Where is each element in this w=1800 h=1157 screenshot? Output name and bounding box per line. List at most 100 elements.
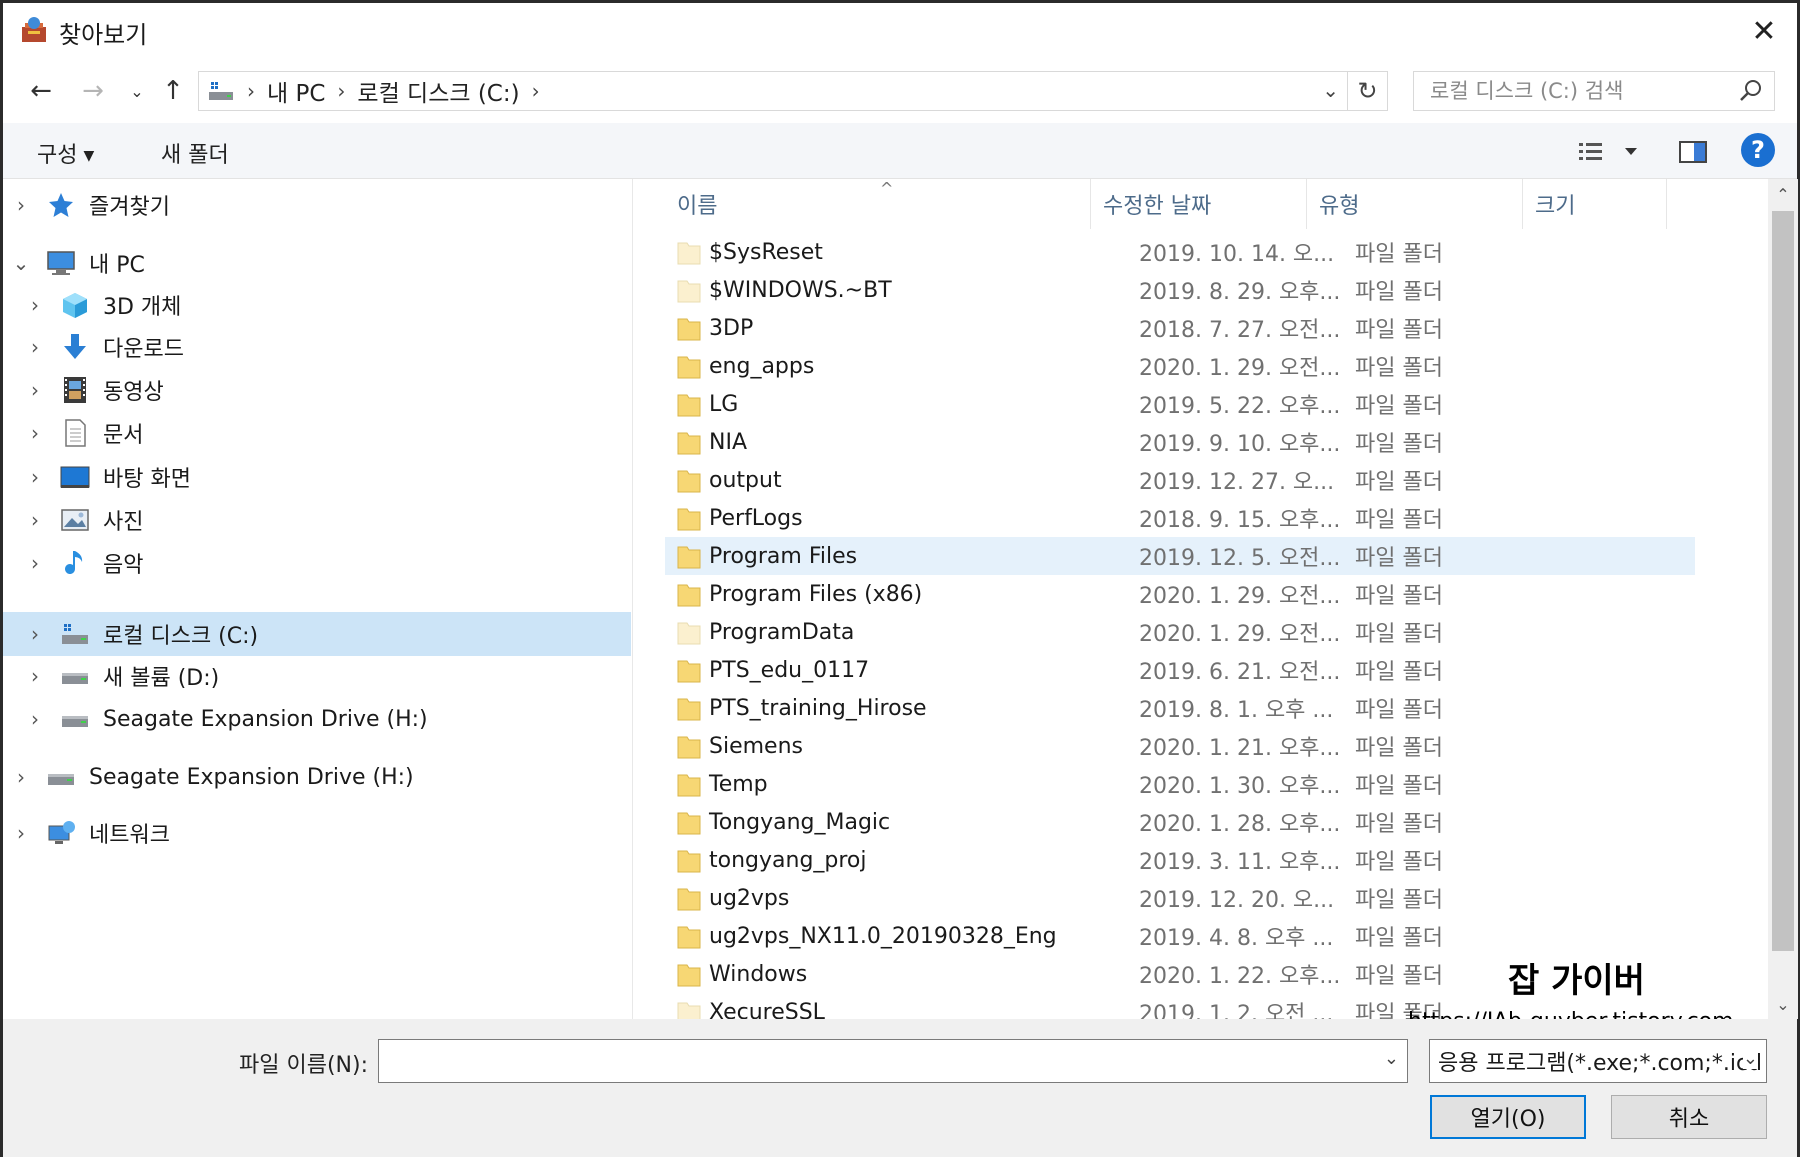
document-icon	[65, 419, 86, 447]
file-type-filter[interactable]: 응용 프로그램(*.exe;*.com;*.icd ⌄	[1429, 1039, 1767, 1083]
expand-chevron-icon[interactable]: ›	[25, 465, 45, 489]
chevron-down-icon[interactable]: ⌄	[1384, 1048, 1399, 1069]
nav-item-network[interactable]: › 네트워크	[11, 813, 631, 853]
folder-icon	[677, 964, 701, 987]
file-row[interactable]: $SysReset 2019. 10. 14. 오... 파일 폴더	[665, 233, 1695, 271]
file-row[interactable]: ug2vps_NX11.0_20190328_Eng 2019. 4. 8. 오후…	[665, 917, 1695, 955]
expand-chevron-icon[interactable]: ›	[25, 551, 45, 575]
file-row[interactable]: $WINDOWS.~BT 2019. 8. 29. 오후... 파일 폴더	[665, 271, 1695, 309]
nav-item-desktop[interactable]: › 바탕 화면	[25, 457, 631, 497]
file-row[interactable]: PerfLogs 2018. 9. 15. 오후... 파일 폴더	[665, 499, 1695, 537]
organize-button[interactable]: 구성 ▼	[37, 137, 94, 169]
file-row[interactable]: output 2019. 12. 27. 오... 파일 폴더	[665, 461, 1695, 499]
file-name: XecureSSL	[709, 999, 825, 1020]
column-header-date[interactable]: 수정한 날짜	[1091, 179, 1307, 229]
scrollbar-thumb[interactable]	[1772, 211, 1794, 951]
breadcrumb-separator-icon[interactable]: ›	[337, 79, 345, 103]
collapse-chevron-icon[interactable]: ⌄	[11, 251, 31, 275]
file-modified-date: 2018. 9. 15. 오후...	[1139, 508, 1341, 533]
up-button[interactable]: ↑	[155, 73, 191, 109]
file-row[interactable]: PTS_edu_0117 2019. 6. 21. 오전... 파일 폴더	[665, 651, 1695, 689]
file-row[interactable]: NIA 2019. 9. 10. 오후... 파일 폴더	[665, 423, 1695, 461]
vertical-scrollbar[interactable]: ⌃ ⌄	[1768, 179, 1798, 1019]
file-row[interactable]: Siemens 2020. 1. 21. 오후... 파일 폴더	[665, 727, 1695, 765]
nav-item-local-disk-c[interactable]: › 로컬 디스크 (C:)	[3, 612, 631, 656]
nav-item-label: 동영상	[103, 380, 164, 405]
filename-combobox[interactable]: ⌄	[378, 1039, 1408, 1083]
forward-button[interactable]: →	[75, 73, 111, 109]
file-row[interactable]: Program Files 2019. 12. 5. 오전... 파일 폴더	[665, 537, 1695, 575]
file-row[interactable]: eng_apps 2020. 1. 29. 오전... 파일 폴더	[665, 347, 1695, 385]
file-type: 파일 폴더	[1355, 584, 1443, 609]
nav-item-seagate-h-root[interactable]: › Seagate Expansion Drive (H:)	[11, 757, 631, 797]
expand-chevron-icon[interactable]: ›	[25, 335, 45, 359]
preview-pane-button[interactable]	[1678, 137, 1708, 167]
search-box[interactable]	[1413, 71, 1775, 111]
file-modified-date: 2019. 3. 11. 오후...	[1139, 850, 1341, 875]
nav-item-music[interactable]: › 음악	[25, 543, 631, 583]
folder-icon	[677, 508, 701, 531]
help-button[interactable]: ?	[1741, 133, 1775, 167]
column-header-size[interactable]: 크기	[1523, 179, 1667, 229]
breadcrumb-local-disk[interactable]: 로컬 디스크 (C:)	[357, 74, 519, 108]
expand-chevron-icon[interactable]: ›	[11, 193, 31, 217]
nav-item-videos[interactable]: › 동영상	[25, 370, 631, 410]
expand-chevron-icon[interactable]: ›	[25, 421, 45, 445]
expand-chevron-icon[interactable]: ›	[25, 378, 45, 402]
file-type: 파일 폴더	[1355, 736, 1443, 761]
view-options-button[interactable]	[1575, 137, 1645, 167]
breadcrumb-separator-icon[interactable]: ›	[532, 79, 540, 103]
search-icon[interactable]	[1738, 78, 1764, 104]
nav-item-favorites[interactable]: › 즐겨찾기	[11, 185, 631, 225]
folder-icon	[677, 736, 701, 759]
window-title: 찾아보기	[59, 21, 148, 49]
recent-locations-button[interactable]: ⌄	[119, 73, 155, 109]
address-bar[interactable]: › 내 PC › 로컬 디스크 (C:) › ⌄ ↻	[198, 71, 1388, 111]
expand-chevron-icon[interactable]: ›	[25, 707, 45, 731]
file-row[interactable]: ug2vps 2019. 12. 20. 오... 파일 폴더	[665, 879, 1695, 917]
file-row[interactable]: LG 2019. 5. 22. 오후... 파일 폴더	[665, 385, 1695, 423]
nav-item-new-volume-d[interactable]: › 새 볼륨 (D:)	[25, 656, 631, 696]
file-type: 파일 폴더	[1355, 318, 1443, 343]
file-type: 파일 폴더	[1355, 926, 1443, 951]
new-folder-button[interactable]: 새 폴더	[161, 137, 229, 169]
close-button[interactable]: ✕	[1739, 9, 1789, 53]
back-button[interactable]: ←	[23, 73, 59, 109]
breadcrumb-this-pc[interactable]: 내 PC	[267, 74, 325, 108]
folder-icon	[677, 698, 701, 721]
nav-item-downloads[interactable]: › 다운로드	[25, 327, 631, 367]
cancel-button[interactable]: 취소	[1611, 1095, 1767, 1139]
file-row[interactable]: Program Files (x86) 2020. 1. 29. 오전... 파일 …	[665, 575, 1695, 613]
file-name: tongyang_proj	[709, 847, 867, 873]
expand-chevron-icon[interactable]: ›	[25, 293, 45, 317]
filename-input[interactable]	[379, 1040, 1359, 1080]
file-row[interactable]: tongyang_proj 2019. 3. 11. 오후... 파일 폴더	[665, 841, 1695, 879]
open-button[interactable]: 열기(O)	[1430, 1095, 1586, 1139]
search-input[interactable]	[1414, 79, 1714, 103]
file-row[interactable]: Tongyang_Magic 2020. 1. 28. 오후... 파일 폴더	[665, 803, 1695, 841]
folder-icon	[677, 356, 701, 379]
expand-chevron-icon[interactable]: ›	[25, 664, 45, 688]
nav-item-this-pc[interactable]: ⌄ 내 PC	[11, 243, 631, 283]
expand-chevron-icon[interactable]: ›	[11, 821, 31, 845]
nav-item-label: 로컬 디스크 (C:)	[103, 624, 259, 649]
file-row[interactable]: 3DP 2018. 7. 27. 오전... 파일 폴더	[665, 309, 1695, 347]
nav-item-seagate-h[interactable]: › Seagate Expansion Drive (H:)	[25, 699, 631, 739]
scroll-up-button[interactable]: ⌃	[1768, 179, 1798, 209]
file-row[interactable]: PTS_training_Hirose 2019. 8. 1. 오후 ... 파일 …	[665, 689, 1695, 727]
file-row[interactable]: Temp 2020. 1. 30. 오후... 파일 폴더	[665, 765, 1695, 803]
3d-objects-icon	[63, 293, 87, 318]
nav-item-documents[interactable]: › 문서	[25, 413, 631, 453]
file-row[interactable]: ProgramData 2020. 1. 29. 오전... 파일 폴더	[665, 613, 1695, 651]
nav-item-pictures[interactable]: › 사진	[25, 500, 631, 540]
file-modified-date: 2019. 6. 21. 오전...	[1139, 660, 1341, 685]
column-header-name[interactable]: 이름	[665, 179, 1091, 229]
scroll-down-button[interactable]: ⌄	[1768, 989, 1798, 1019]
expand-chevron-icon[interactable]: ›	[25, 508, 45, 532]
expand-chevron-icon[interactable]: ›	[25, 622, 45, 646]
expand-chevron-icon[interactable]: ›	[11, 765, 31, 789]
nav-item-3d-objects[interactable]: › 3D 개체	[25, 285, 631, 325]
column-header-type[interactable]: 유형	[1307, 179, 1523, 229]
refresh-button[interactable]: ↻	[1347, 72, 1387, 110]
address-dropdown-icon[interactable]: ⌄	[1322, 78, 1339, 102]
